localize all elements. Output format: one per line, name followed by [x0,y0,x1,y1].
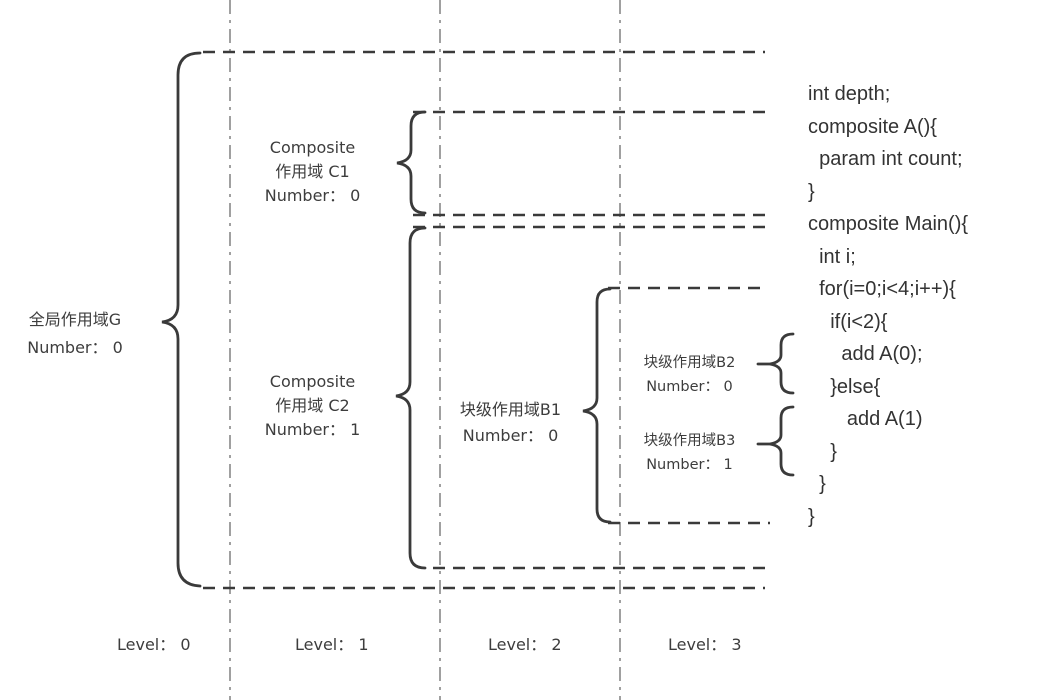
b1-scope-label: 块级作用域B1 Number： 0 [443,398,578,448]
code-line: add A(1) [808,408,923,430]
global-scope-label: 全局作用域G Number： 0 [0,308,150,360]
code-line: param int count; [808,148,963,170]
code-line: } [808,505,815,528]
c2-scope-brace [395,226,427,570]
b2-scope-name: 块级作用域B2 [643,355,736,371]
b2-scope-label: 块级作用域B2 Number： 0 [622,352,757,398]
global-scope-brace [161,51,202,588]
c2-scope-label: Composite 作用域 C2 Number： 1 [245,370,380,442]
b3-scope-label: 块级作用域B3 Number： 1 [622,430,757,476]
level-label-0: Level： 0 [117,635,191,654]
code-line: } [808,440,837,463]
c1-scope-label: Composite 作用域 C1 Number： 0 [245,136,380,208]
b2-scope-brace [769,332,795,395]
b3-scope-brace [769,405,795,477]
c2-scope-number: Number： 1 [264,420,361,439]
code-line: } [808,473,826,495]
b1-scope-number: Number： 0 [462,426,559,445]
code-line: composite Main(){ [808,213,969,235]
code-line: for(i=0;i<4;i++){ [808,278,956,300]
scope-boundaries [203,50,770,590]
level-label-2: Level： 2 [488,635,562,654]
level-label-3: Level： 3 [668,635,742,654]
b3-scope-name: 块级作用域B3 [643,433,736,449]
c1-scope-name: 作用域 C1 [275,162,350,181]
code-listing: int depth; composite A(){ param int coun… [808,78,968,533]
c1-scope-title: Composite [269,138,356,157]
b1-scope-brace [582,287,612,524]
code-line: int depth; [808,83,891,105]
global-scope-number: Number： 0 [27,338,123,357]
c1-scope-number: Number： 0 [264,186,361,205]
level-dividers [229,0,621,700]
b3-scope-number: Number： 1 [646,457,733,473]
c1-scope-brace [396,110,427,215]
code-line: } [808,180,815,203]
code-line: int i; [808,245,856,268]
b1-scope-name: 块级作用域B1 [459,400,562,419]
code-line: add A(0); [808,343,923,365]
code-line: }else{ [808,375,881,398]
global-scope-name: 全局作用域G [28,310,122,329]
code-line: if(i<2){ [808,310,888,333]
code-line: composite A(){ [808,115,937,138]
c2-scope-title: Composite [269,372,356,391]
c2-scope-name: 作用域 C2 [275,396,350,415]
b2-scope-number: Number： 0 [646,379,733,395]
level-label-1: Level： 1 [295,635,369,654]
